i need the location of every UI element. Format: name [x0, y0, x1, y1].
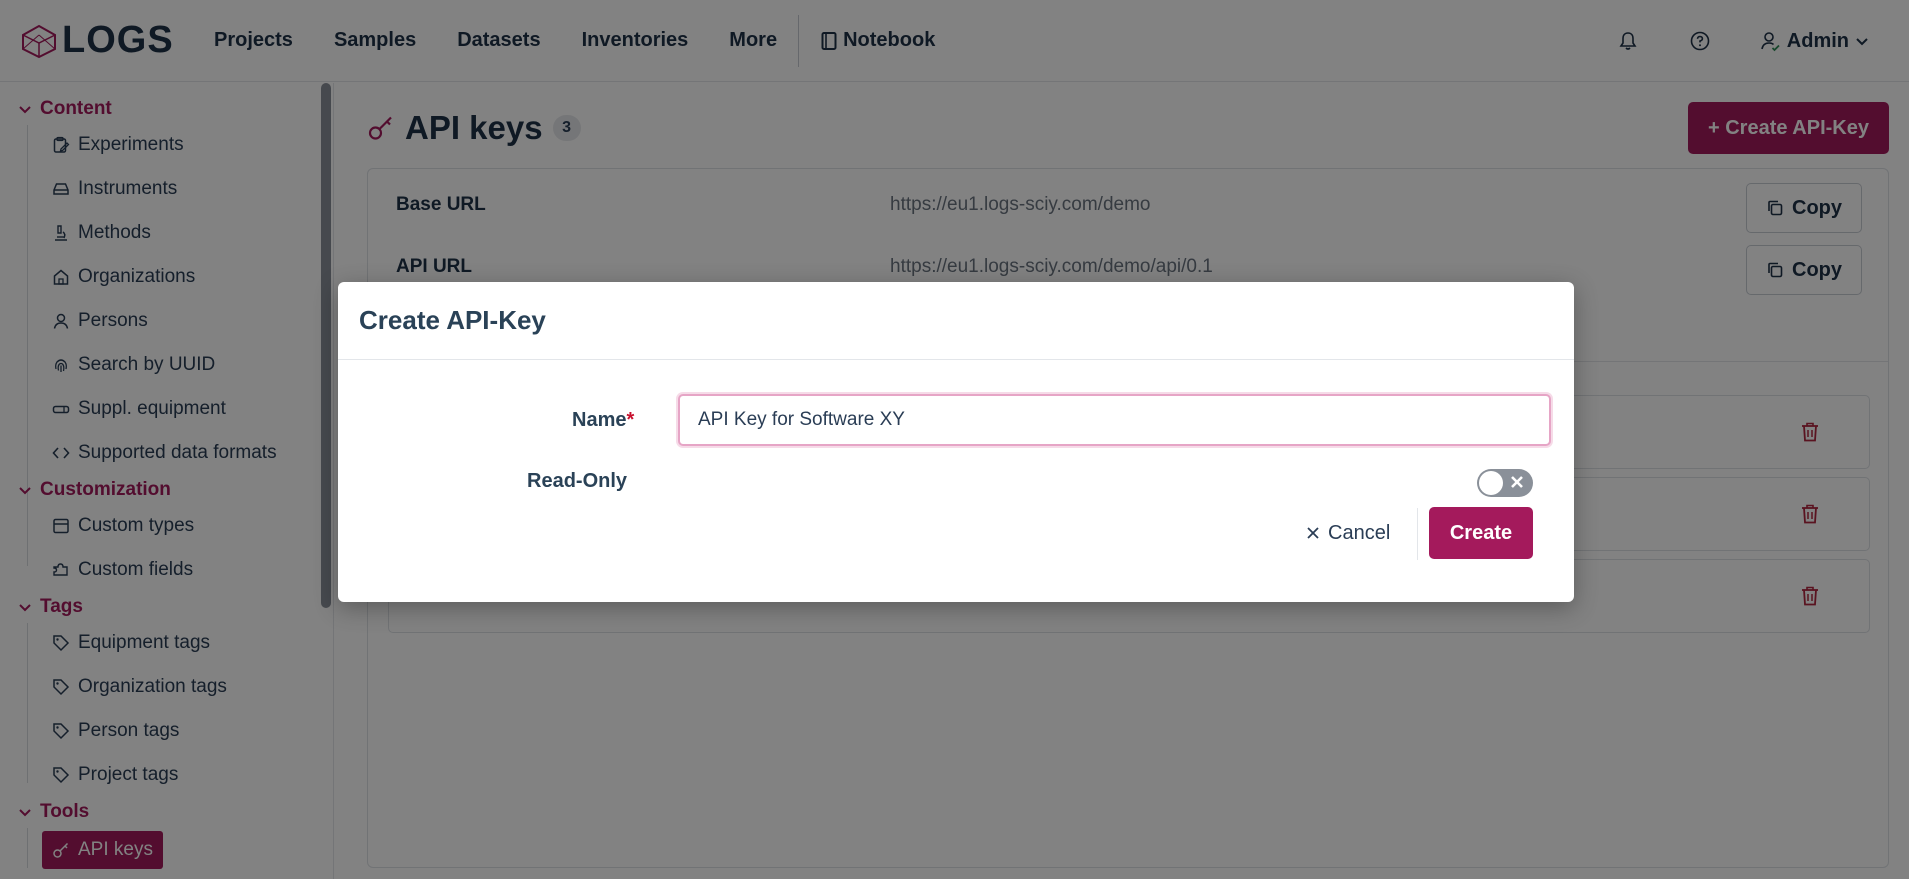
cancel-button[interactable]: Cancel	[1296, 508, 1400, 558]
x-icon	[1511, 476, 1523, 488]
name-label-text: Name	[572, 409, 627, 431]
button-divider	[1417, 508, 1418, 560]
cancel-label: Cancel	[1328, 521, 1391, 544]
name-input[interactable]	[678, 394, 1551, 446]
required-marker: *	[626, 409, 635, 431]
close-icon	[1307, 527, 1319, 539]
read-only-toggle[interactable]	[1477, 469, 1533, 497]
name-field-label: Name*	[572, 409, 634, 432]
create-api-key-dialog: Create API-Key Name* Read-Only Cancel Cr…	[338, 282, 1574, 602]
create-button[interactable]: Create	[1429, 507, 1533, 559]
dialog-title: Create API-Key	[359, 305, 546, 335]
dialog-header: Create API-Key	[338, 282, 1574, 360]
read-only-label: Read-Only	[527, 470, 628, 492]
toggle-knob	[1479, 471, 1503, 495]
